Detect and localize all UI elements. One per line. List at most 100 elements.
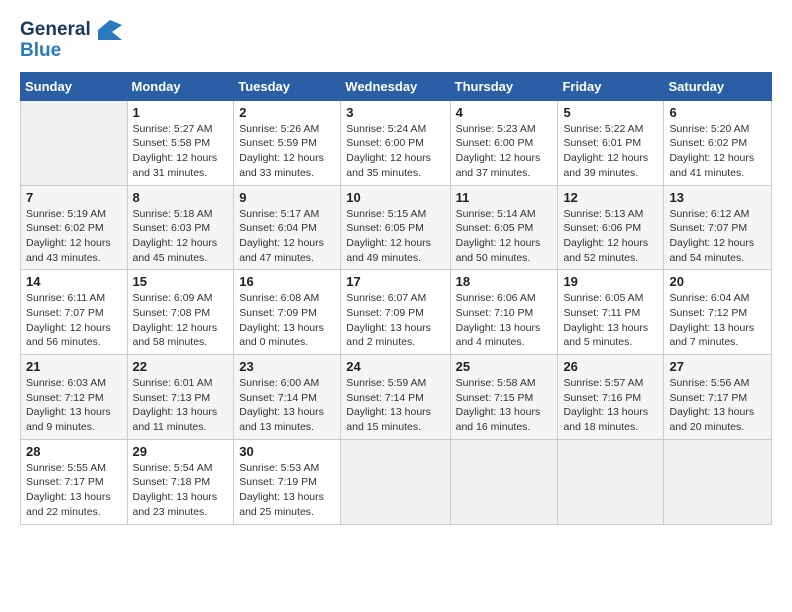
calendar-cell: 11Sunrise: 5:14 AM Sunset: 6:05 PM Dayli… [450,185,558,270]
day-number: 23 [239,359,335,374]
day-header-monday: Monday [127,72,234,100]
day-info: Sunrise: 5:57 AM Sunset: 7:16 PM Dayligh… [563,376,658,435]
calendar-cell: 18 Sunrise: 6:06 AM Sunset: 7:10 PM Dayli… [450,270,558,355]
day-info: Sunrise: 5:19 AM Sunset: 6:02 PM Dayligh… [26,207,122,266]
day-header-sunday: Sunday [21,72,128,100]
day-info: Sunrise: 6:06 AM Sunset: 7:10 PM Dayligh… [456,291,553,350]
day-info: Sunrise: 5:15 AM Sunset: 6:05 PM Dayligh… [346,207,444,266]
calendar-cell: 2Sunrise: 5:26 AM Sunset: 5:59 PM Daylig… [234,100,341,185]
day-header-friday: Friday [558,72,664,100]
day-number: 26 [563,359,658,374]
day-header-wednesday: Wednesday [341,72,450,100]
day-info: Sunrise: 6:12 AM Sunset: 7:07 PM Dayligh… [669,207,766,266]
day-number: 18 [456,274,553,289]
day-info: Sunrise: 6:08 AM Sunset: 7:09 PM Dayligh… [239,291,335,350]
calendar-cell: 28 Sunrise: 5:55 AM Sunset: 7:17 PM Dayli… [21,439,128,524]
day-info: Sunrise: 6:07 AM Sunset: 7:09 PM Dayligh… [346,291,444,350]
calendar-cell: 23 Sunrise: 6:00 AM Sunset: 7:14 PM Dayli… [234,355,341,440]
day-number: 30 [239,444,335,459]
calendar-week-5: 28 Sunrise: 5:55 AM Sunset: 7:17 PM Dayli… [21,439,772,524]
calendar-table: SundayMondayTuesdayWednesdayThursdayFrid… [20,72,772,525]
calendar-cell: 24Sunrise: 5:59 AM Sunset: 7:14 PM Dayli… [341,355,450,440]
day-info: Sunrise: 5:17 AM Sunset: 6:04 PM Dayligh… [239,207,335,266]
day-info: Sunrise: 6:11 AM Sunset: 7:07 PM Dayligh… [26,291,122,350]
calendar-cell: 27 Sunrise: 5:56 AM Sunset: 7:17 PM Dayli… [664,355,772,440]
calendar-cell: 14 Sunrise: 6:11 AM Sunset: 7:07 PM Dayli… [21,270,128,355]
calendar-week-2: 7 Sunrise: 5:19 AM Sunset: 6:02 PM Daylig… [21,185,772,270]
day-info: Sunrise: 6:04 AM Sunset: 7:12 PM Dayligh… [669,291,766,350]
day-number: 20 [669,274,766,289]
calendar-cell: 9 Sunrise: 5:17 AM Sunset: 6:04 PM Daylig… [234,185,341,270]
logo-general: General [20,19,91,40]
calendar-header: SundayMondayTuesdayWednesdayThursdayFrid… [21,72,772,100]
day-number: 10 [346,190,444,205]
calendar-cell: 16 Sunrise: 6:08 AM Sunset: 7:09 PM Dayli… [234,270,341,355]
calendar-cell: 26 Sunrise: 5:57 AM Sunset: 7:16 PM Dayli… [558,355,664,440]
calendar-cell: 15 Sunrise: 6:09 AM Sunset: 7:08 PM Dayli… [127,270,234,355]
calendar-cell [341,439,450,524]
day-number: 1 [133,105,229,120]
day-number: 17 [346,274,444,289]
day-number: 3 [346,105,444,120]
calendar-cell: 19 Sunrise: 6:05 AM Sunset: 7:11 PM Dayli… [558,270,664,355]
day-info: Sunrise: 5:23 AM Sunset: 6:00 PM Dayligh… [456,122,553,181]
day-number: 27 [669,359,766,374]
day-info: Sunrise: 5:56 AM Sunset: 7:17 PM Dayligh… [669,376,766,435]
calendar-week-4: 21 Sunrise: 6:03 AM Sunset: 7:12 PM Dayli… [21,355,772,440]
day-info: Sunrise: 5:20 AM Sunset: 6:02 PM Dayligh… [669,122,766,181]
calendar-cell: 3 Sunrise: 5:24 AM Sunset: 6:00 PM Daylig… [341,100,450,185]
day-number: 22 [133,359,229,374]
calendar-cell: 29 Sunrise: 5:54 AM Sunset: 7:18 PM Dayli… [127,439,234,524]
day-info: Sunrise: 6:09 AM Sunset: 7:08 PM Dayligh… [133,291,229,350]
calendar-cell: 8Sunrise: 5:18 AM Sunset: 6:03 PM Daylig… [127,185,234,270]
logo-blue: Blue [20,41,122,62]
day-info: Sunrise: 5:55 AM Sunset: 7:17 PM Dayligh… [26,461,122,520]
day-info: Sunrise: 6:01 AM Sunset: 7:13 PM Dayligh… [133,376,229,435]
calendar-cell: 20 Sunrise: 6:04 AM Sunset: 7:12 PM Dayli… [664,270,772,355]
day-number: 14 [26,274,122,289]
day-number: 28 [26,444,122,459]
calendar-cell [558,439,664,524]
day-number: 16 [239,274,335,289]
calendar-cell [664,439,772,524]
day-number: 13 [669,190,766,205]
day-info: Sunrise: 5:22 AM Sunset: 6:01 PM Dayligh… [563,122,658,181]
day-header-tuesday: Tuesday [234,72,341,100]
calendar-cell: 17 Sunrise: 6:07 AM Sunset: 7:09 PM Dayli… [341,270,450,355]
day-number: 21 [26,359,122,374]
day-number: 25 [456,359,553,374]
calendar-cell: 5Sunrise: 5:22 AM Sunset: 6:01 PM Daylig… [558,100,664,185]
day-number: 8 [133,190,229,205]
day-number: 2 [239,105,335,120]
day-number: 9 [239,190,335,205]
day-info: Sunrise: 6:00 AM Sunset: 7:14 PM Dayligh… [239,376,335,435]
day-number: 6 [669,105,766,120]
day-info: Sunrise: 5:53 AM Sunset: 7:19 PM Dayligh… [239,461,335,520]
day-number: 29 [133,444,229,459]
day-number: 7 [26,190,122,205]
day-info: Sunrise: 6:05 AM Sunset: 7:11 PM Dayligh… [563,291,658,350]
day-number: 19 [563,274,658,289]
day-info: Sunrise: 5:58 AM Sunset: 7:15 PM Dayligh… [456,376,553,435]
day-number: 15 [133,274,229,289]
calendar-cell: 1Sunrise: 5:27 AM Sunset: 5:58 PM Daylig… [127,100,234,185]
day-number: 4 [456,105,553,120]
calendar-cell: 6 Sunrise: 5:20 AM Sunset: 6:02 PM Daylig… [664,100,772,185]
calendar-cell: 22 Sunrise: 6:01 AM Sunset: 7:13 PM Dayli… [127,355,234,440]
day-info: Sunrise: 5:24 AM Sunset: 6:00 PM Dayligh… [346,122,444,181]
day-info: Sunrise: 5:14 AM Sunset: 6:05 PM Dayligh… [456,207,553,266]
calendar-week-3: 14 Sunrise: 6:11 AM Sunset: 7:07 PM Dayli… [21,270,772,355]
day-info: Sunrise: 5:59 AM Sunset: 7:14 PM Dayligh… [346,376,444,435]
calendar-cell: 25 Sunrise: 5:58 AM Sunset: 7:15 PM Dayli… [450,355,558,440]
calendar-cell: 7 Sunrise: 5:19 AM Sunset: 6:02 PM Daylig… [21,185,128,270]
calendar-cell: 12Sunrise: 5:13 AM Sunset: 6:06 PM Dayli… [558,185,664,270]
day-info: Sunrise: 5:54 AM Sunset: 7:18 PM Dayligh… [133,461,229,520]
day-header-saturday: Saturday [664,72,772,100]
calendar-week-1: 1Sunrise: 5:27 AM Sunset: 5:58 PM Daylig… [21,100,772,185]
calendar-cell [450,439,558,524]
calendar-cell: 4 Sunrise: 5:23 AM Sunset: 6:00 PM Daylig… [450,100,558,185]
calendar-cell: 21 Sunrise: 6:03 AM Sunset: 7:12 PM Dayli… [21,355,128,440]
logo-bird-icon [98,20,122,40]
day-info: Sunrise: 6:03 AM Sunset: 7:12 PM Dayligh… [26,376,122,435]
calendar-cell: 30 Sunrise: 5:53 AM Sunset: 7:19 PM Dayli… [234,439,341,524]
